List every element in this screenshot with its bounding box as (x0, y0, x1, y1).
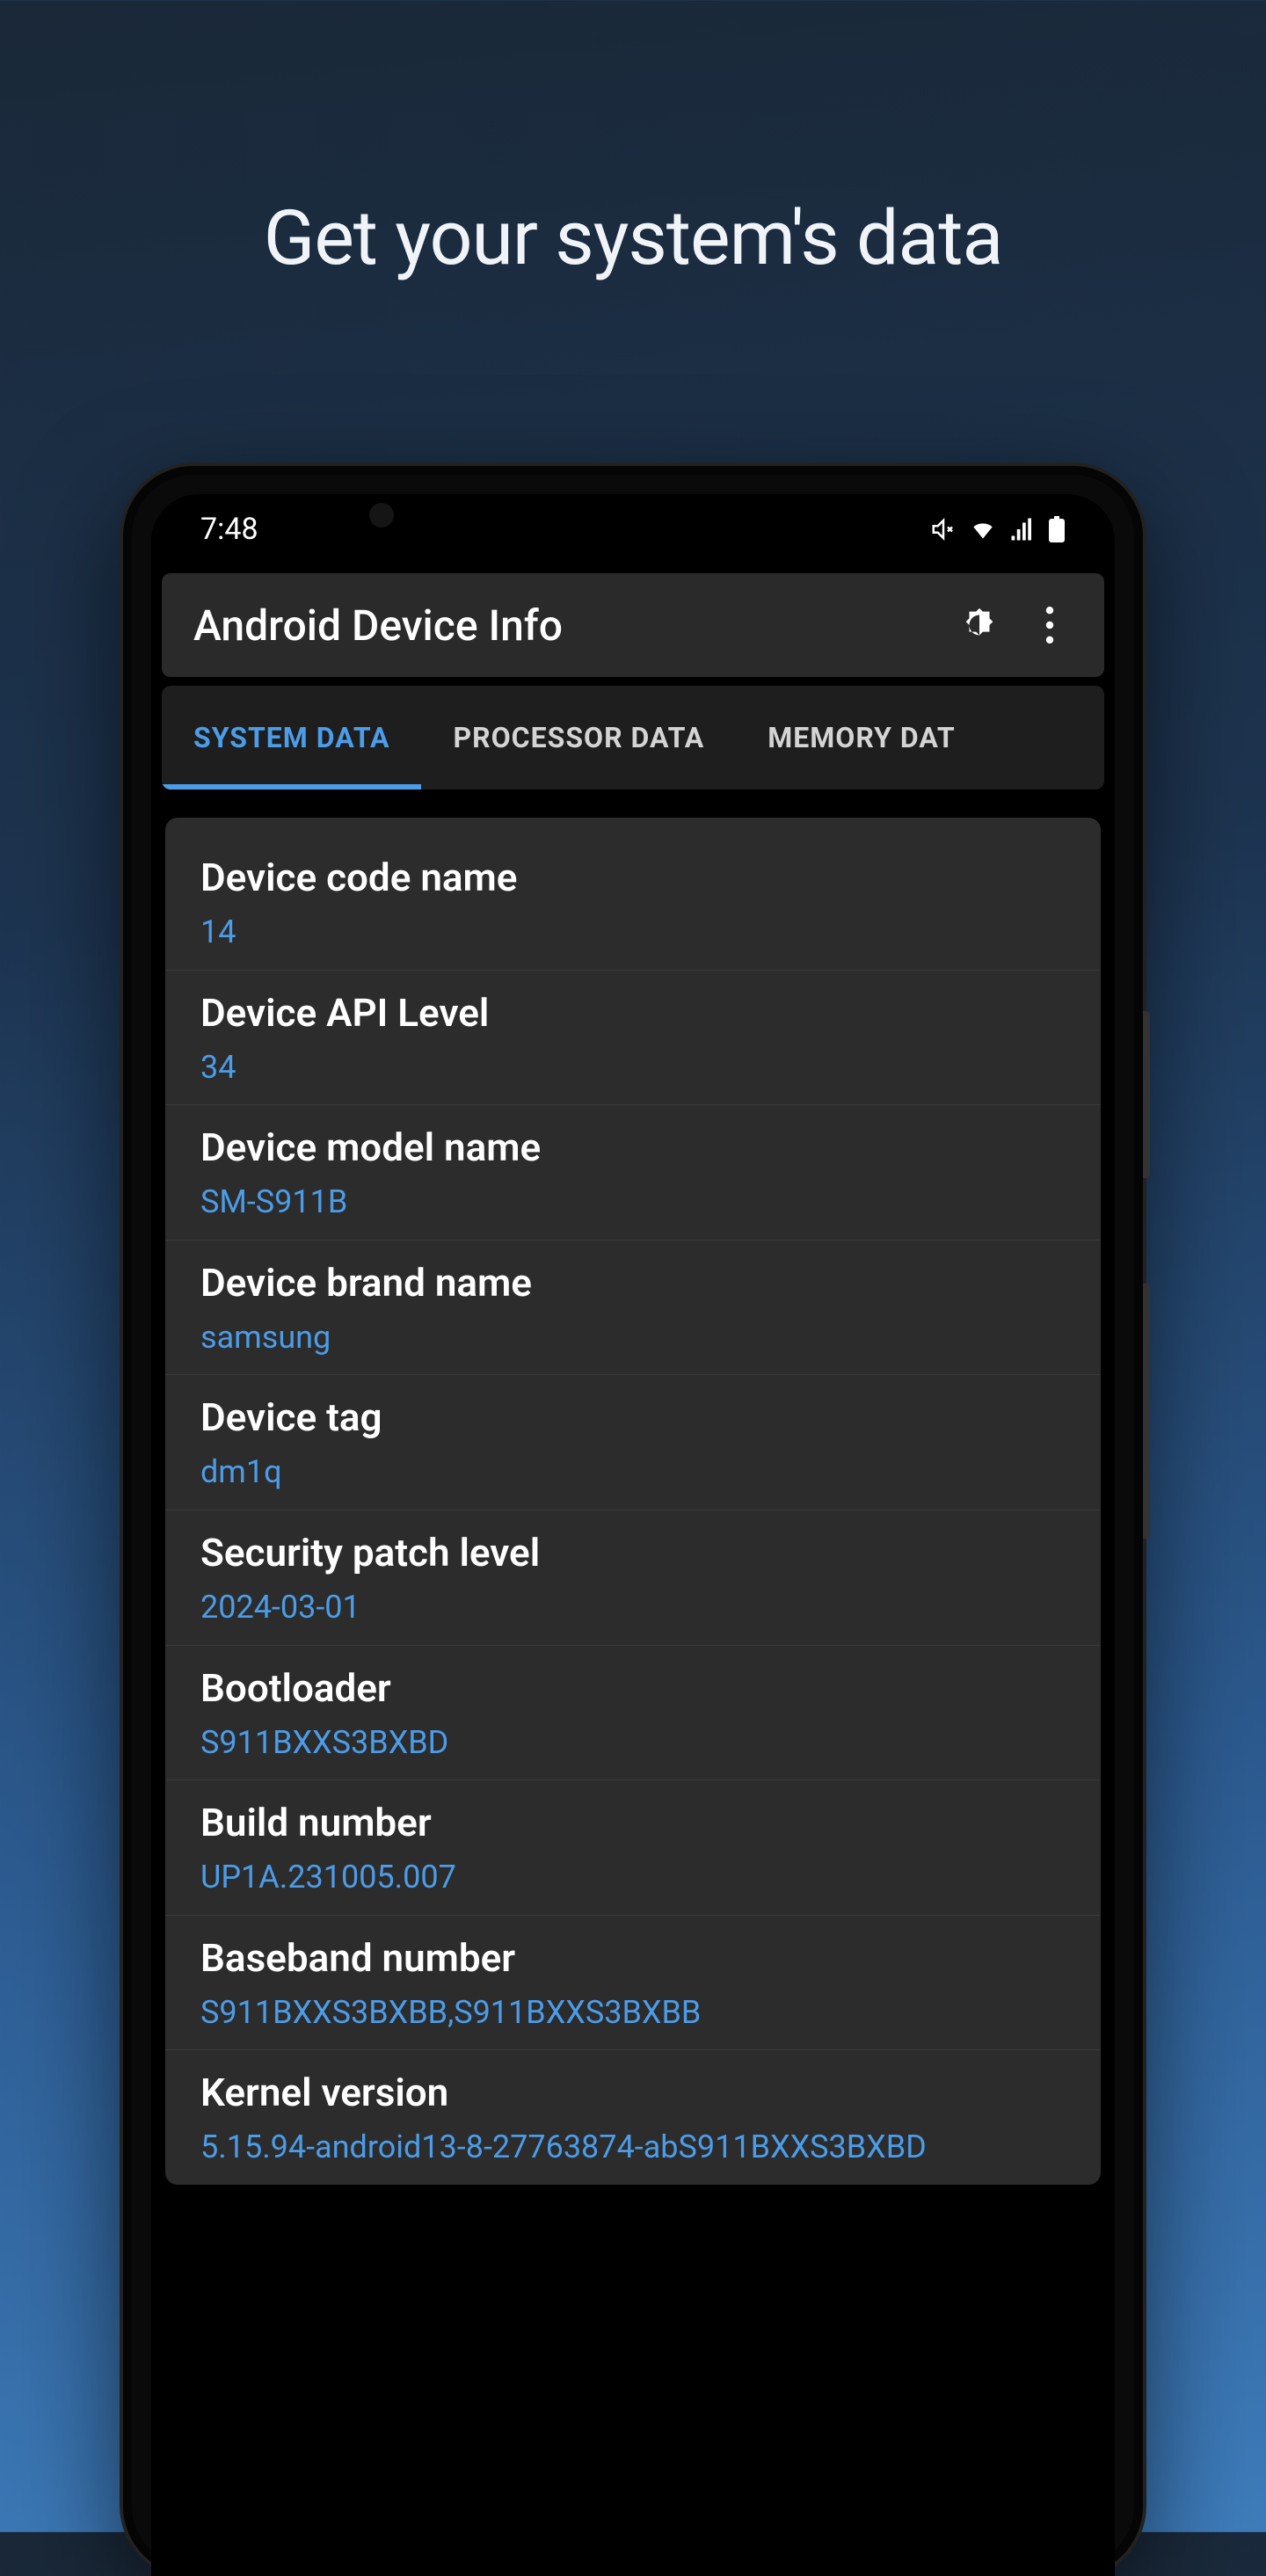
row-device-code-name: Device code name 14 (165, 835, 1101, 971)
row-security-patch-level: Security patch level 2024-03-01 (165, 1510, 1101, 1646)
value-baseband-number: S911BXXS3BXBB,S911BXXS3BXBB (200, 1991, 1066, 2034)
row-bootloader: Bootloader S911BXXS3BXBD (165, 1646, 1101, 1781)
value-device-code-name: 14 (200, 911, 1066, 954)
row-kernel-version: Kernel version 5.15.94-android13-8-27763… (165, 2050, 1101, 2185)
status-indicators (930, 515, 1066, 543)
row-device-tag: Device tag dm1q (165, 1375, 1101, 1510)
app-title: Android Device Info (193, 600, 932, 651)
more-vert-icon (1045, 607, 1054, 644)
signal-icon (1009, 516, 1036, 542)
value-kernel-version: 5.15.94-android13-8-27763874-abS911BXXS3… (200, 2126, 1066, 2169)
power-button (1143, 1011, 1150, 1178)
row-baseband-number: Baseband number S911BXXS3BXBB,S911BXXS3B… (165, 1916, 1101, 2051)
tab-memory-data[interactable]: MEMORY DAT (736, 686, 987, 790)
row-device-api-level: Device API Level 34 (165, 971, 1101, 1106)
phone-screen: 7:48 Android Device Info (151, 494, 1115, 2576)
tab-processor-data[interactable]: PROCESSOR DATA (421, 686, 736, 790)
wifi-icon (969, 515, 997, 543)
tab-system-data[interactable]: SYSTEM DATA (162, 686, 421, 790)
row-device-brand-name: Device brand name samsung (165, 1241, 1101, 1376)
label-device-tag: Device tag (200, 1394, 1066, 1440)
label-bootloader: Bootloader (200, 1665, 1066, 1711)
value-device-api-level: 34 (200, 1046, 1066, 1089)
label-device-api-level: Device API Level (200, 990, 1066, 1036)
mute-icon (930, 516, 957, 542)
battery-icon (1048, 516, 1066, 542)
brightness-icon (959, 605, 1000, 645)
row-build-number: Build number UP1A.231005.007 (165, 1780, 1101, 1916)
status-time: 7:48 (200, 512, 258, 547)
value-device-tag: dm1q (200, 1451, 1066, 1494)
label-device-brand-name: Device brand name (200, 1260, 1066, 1306)
system-data-card: Device code name 14 Device API Level 34 … (165, 818, 1101, 2185)
value-bootloader: S911BXXS3BXBD (200, 1721, 1066, 1765)
label-device-model-name: Device model name (200, 1124, 1066, 1170)
theme-toggle-button[interactable] (957, 602, 1002, 648)
value-security-patch-level: 2024-03-01 (200, 1586, 1066, 1629)
status-bar: 7:48 (151, 494, 1115, 564)
value-build-number: UP1A.231005.007 (200, 1856, 1066, 1899)
label-baseband-number: Baseband number (200, 1935, 1066, 1981)
label-device-code-name: Device code name (200, 855, 1066, 900)
label-kernel-version: Kernel version (200, 2070, 1066, 2115)
value-device-model-name: SM-S911B (200, 1181, 1066, 1224)
phone-frame: 7:48 Android Device Info (123, 466, 1143, 2576)
more-menu-button[interactable] (1027, 602, 1073, 648)
value-device-brand-name: samsung (200, 1316, 1066, 1359)
app-bar: Android Device Info (162, 573, 1104, 677)
label-security-patch-level: Security patch level (200, 1530, 1066, 1575)
volume-button (1143, 1284, 1150, 1539)
tab-bar: SYSTEM DATA PROCESSOR DATA MEMORY DAT (162, 686, 1104, 790)
row-device-model-name: Device model name SM-S911B (165, 1105, 1101, 1241)
label-build-number: Build number (200, 1800, 1066, 1845)
promo-headline: Get your system's data (0, 193, 1266, 282)
